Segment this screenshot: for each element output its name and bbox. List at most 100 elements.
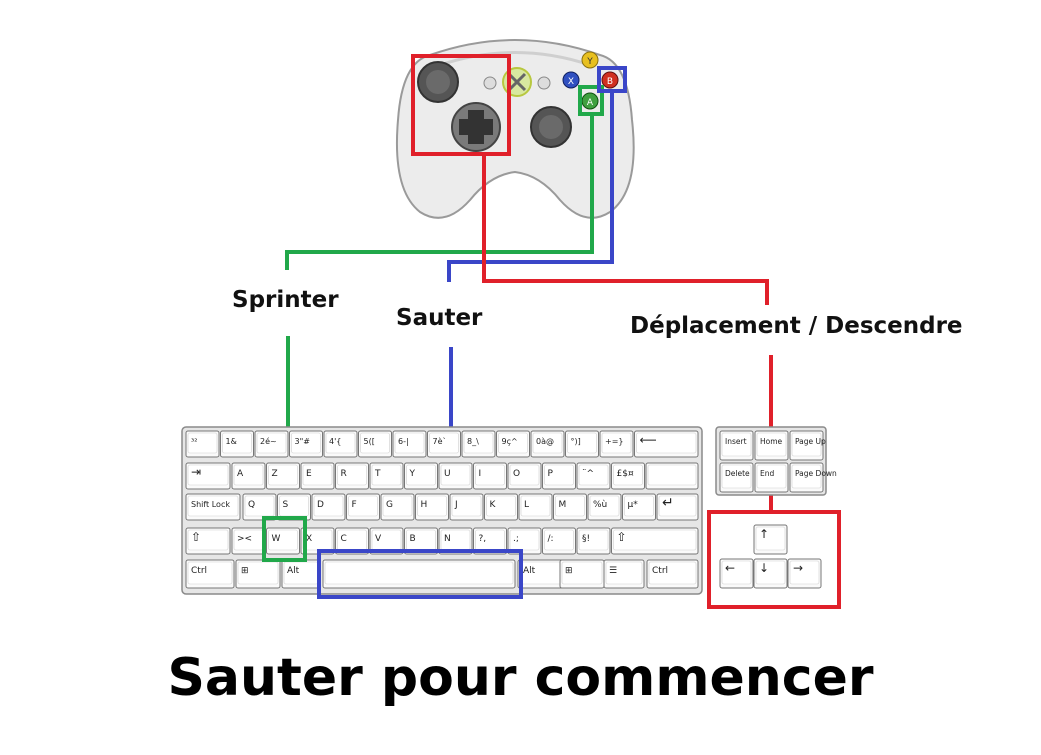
start-prompt: Sauter pour commencer — [167, 648, 874, 708]
key-row4-10-label: §! — [582, 534, 590, 544]
key-row3-10-label: %ù — [593, 500, 607, 510]
key-row4-5-label: B — [410, 534, 416, 544]
key-row1-12: +=} — [599, 430, 634, 458]
key-row3-5-label: H — [421, 500, 428, 510]
key-row4-10: §! — [576, 527, 611, 555]
key-row1-0-label: ³² — [191, 437, 197, 446]
key-row2-11-label: £$¤ — [617, 469, 634, 479]
key-row1-0: ³² — [185, 430, 220, 458]
key-row4-7-label: ?, — [479, 534, 487, 544]
key-row2-9: P — [542, 462, 576, 490]
key-row1-1-label: 1& — [226, 437, 237, 446]
key-row1-10: 0à@ — [530, 430, 565, 458]
key-row3-5: H — [415, 493, 449, 521]
key-shift-left-label: ⇧ — [191, 530, 201, 544]
key-row2-0-label: A — [237, 469, 244, 479]
key-row1-7-label: 7è` — [433, 436, 447, 446]
key-row1-2-label: 2é~ — [260, 436, 277, 446]
back-button — [483, 76, 497, 90]
key-enter: ↵ — [656, 493, 699, 521]
key-row1-2: 2é~ — [254, 430, 289, 458]
key-row1-9-label: 9ç^ — [502, 437, 518, 446]
key-nav-0-label: Insert — [725, 437, 747, 446]
key-nav-2: Page Up — [789, 430, 826, 461]
key-nav-3-label: Delete — [725, 469, 750, 478]
key-row5-4: Alt — [517, 559, 567, 589]
key-row1-6: 6-| — [392, 430, 427, 458]
key-nav-1-label: Home — [760, 437, 783, 446]
key-row3-6: J — [449, 493, 484, 521]
key-row5-0: Ctrl — [185, 559, 235, 589]
key-row1-9: 9ç^ — [496, 430, 530, 458]
key-shift-left: ⇧ — [185, 527, 231, 555]
key-row5-5-label: ⊞ — [565, 566, 573, 576]
key-row5-5: ⊞ — [559, 559, 605, 589]
key-row4-8-label: .; — [513, 534, 519, 544]
key-nav-1: Home — [754, 430, 789, 461]
key-row2-3-label: R — [341, 469, 347, 479]
key-row3-3-label: F — [352, 500, 357, 510]
move-label: Déplacement / Descendre — [630, 313, 963, 339]
key-arrow-0-label: ↑ — [759, 527, 769, 541]
key-row3-6-label: J — [454, 500, 458, 510]
key-row1-7: 7è` — [427, 430, 461, 458]
key-row2-10-label: ¨^ — [582, 469, 594, 479]
key-row3-9-label: M — [559, 500, 567, 510]
key-row5-6-label: ☰ — [609, 566, 617, 576]
key-enter-top — [645, 462, 699, 490]
key-row4-6-label: N — [444, 534, 451, 544]
key-row3-8-label: L — [524, 500, 529, 510]
key-row3-8: L — [518, 493, 553, 521]
key-row3-3: F — [346, 493, 380, 521]
key-row1-11-label: °)] — [571, 437, 581, 446]
svg-text:Y: Y — [586, 57, 593, 67]
key-shiftlock: Shift Lock — [185, 493, 241, 521]
key-row1-4-label: 4'{ — [329, 437, 341, 446]
key-row5-1: ⊞ — [235, 559, 281, 589]
start-button — [537, 76, 551, 90]
key-row2-0: A — [231, 462, 266, 490]
key-row2-4: T — [369, 462, 404, 490]
key-row1-4: 4'{ — [323, 430, 358, 458]
key-row5-2-label: Alt — [287, 566, 300, 576]
key-row4-0: >< — [231, 527, 266, 555]
key-row1-8-label: 8_\ — [467, 437, 479, 446]
key-row2-6: U — [438, 462, 473, 490]
key-row4-1: W — [266, 527, 300, 555]
key-tab: ⇥ — [185, 462, 231, 490]
key-arrow-2: ↓ — [753, 558, 788, 589]
key-row3-7: K — [484, 493, 518, 521]
key-row3-1-label: S — [283, 500, 289, 510]
key-row1-11: °)] — [565, 430, 599, 458]
key-arrow-1: ← — [719, 558, 754, 589]
jump-label: Sauter — [396, 305, 483, 331]
key-row1-5-label: 5([ — [364, 437, 375, 446]
key-nav-5: Page Down — [789, 462, 837, 493]
key-arrow-3-label: → — [793, 561, 803, 575]
key-row3-10: %ù — [587, 493, 622, 521]
key-row5-4-label: Alt — [523, 566, 536, 576]
key-row5-6: ☰ — [603, 559, 645, 589]
key-row2-7-label: I — [479, 469, 482, 479]
key-nav-4-label: End — [760, 469, 774, 478]
sprint-label: Sprinter — [232, 287, 339, 313]
key-row3-11: µ* — [622, 493, 656, 521]
key-tab-label: ⇥ — [191, 465, 201, 479]
key-arrow-2-label: ↓ — [759, 561, 769, 575]
key-nav-3: Delete — [719, 462, 754, 493]
key-shiftlock-label: Shift Lock — [191, 500, 230, 509]
key-row2-9-label: P — [548, 469, 554, 479]
key-row2-10: ¨^ — [576, 462, 611, 490]
key-row4-3-label: C — [341, 534, 347, 544]
key-row3-11-label: µ* — [628, 500, 639, 510]
key-row4-9: /: — [542, 527, 576, 555]
key-backspace-label: ⟵ — [640, 433, 657, 447]
key-nav-4: End — [754, 462, 789, 493]
key-row2-5: Y — [404, 462, 438, 490]
key-nav-5-label: Page Down — [795, 469, 837, 478]
key-row1-1: 1& — [220, 430, 254, 458]
key-row2-1: Z — [266, 462, 300, 490]
key-row2-5-label: Y — [409, 469, 416, 479]
key-row5-7: Ctrl — [646, 559, 699, 589]
key-row3-2-label: D — [317, 500, 324, 510]
